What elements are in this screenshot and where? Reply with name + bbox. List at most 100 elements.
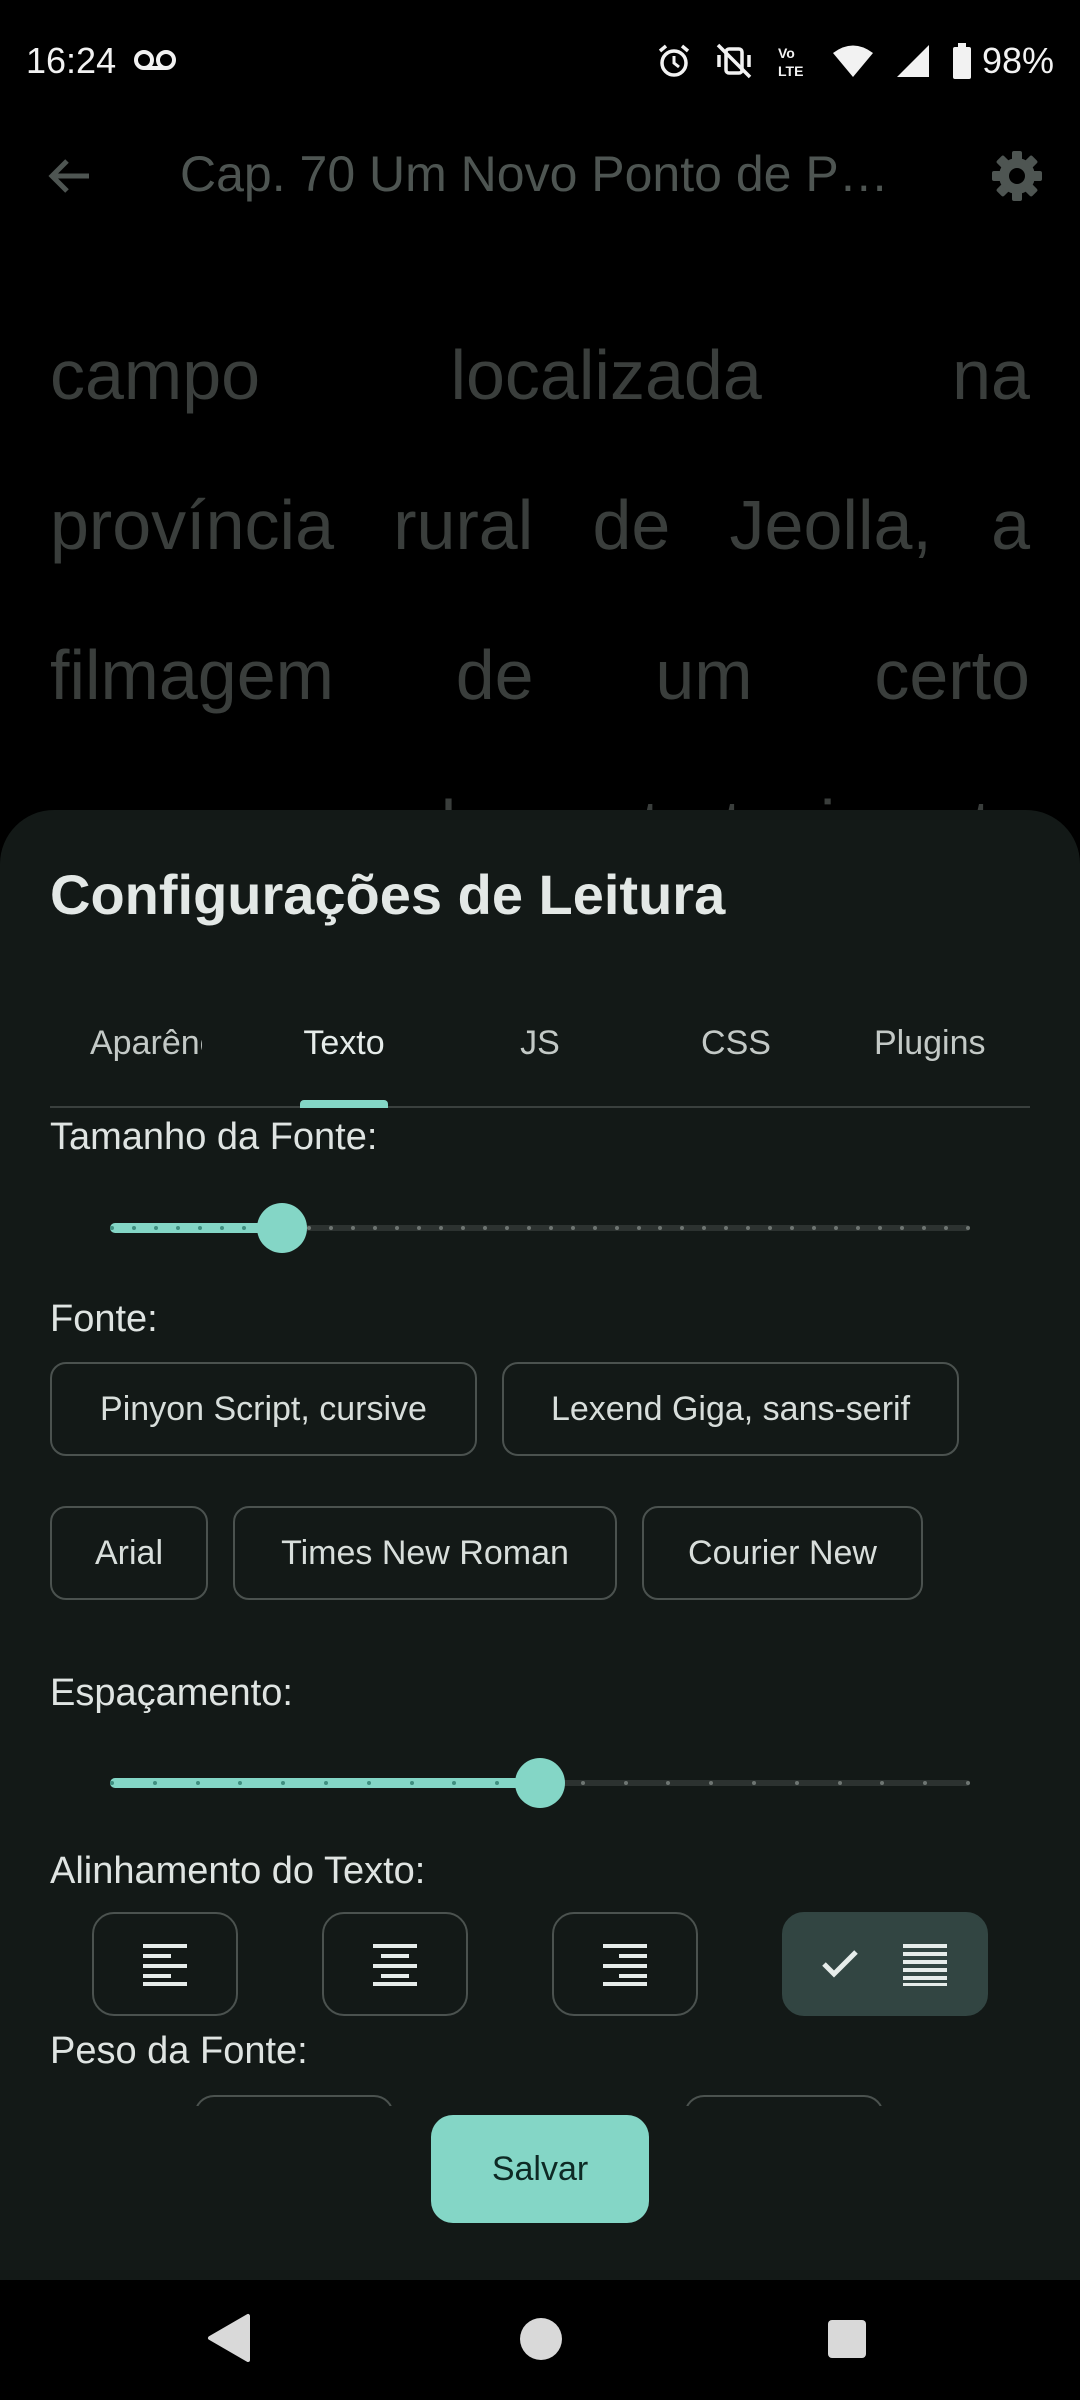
slider-tick <box>195 1781 200 1785</box>
status-time: 16:24 <box>26 40 117 81</box>
tab-label: Texto <box>303 1023 385 1062</box>
slider-tick <box>175 1226 180 1230</box>
reader-word: certo <box>874 636 1030 714</box>
reader-word: campo <box>50 336 261 414</box>
reader-word: localizada <box>450 336 762 414</box>
spacing-slider[interactable] <box>110 1758 970 1808</box>
slider-tick <box>452 1781 457 1785</box>
slider-tick <box>943 1226 948 1230</box>
slider-tick <box>110 1226 114 1230</box>
tab-plugins[interactable]: Plugins <box>834 980 1030 1106</box>
slider-tick <box>751 1781 756 1785</box>
battery-icon <box>952 43 971 79</box>
slider-tick <box>614 1226 619 1230</box>
tab-label: Aparência <box>90 1023 202 1062</box>
slider-tick <box>409 1781 414 1785</box>
align-justify-button[interactable] <box>782 1912 988 2016</box>
align-right-icon <box>603 1944 647 1986</box>
slider-tick <box>152 1781 157 1785</box>
nav-home-icon[interactable] <box>520 2318 562 2360</box>
font-option-lexend[interactable]: Lexend Giga, sans-serif <box>502 1362 959 1456</box>
slider-tick <box>417 1226 422 1230</box>
font-option-courier[interactable]: Courier New <box>642 1506 923 1600</box>
slider-tick <box>495 1781 500 1785</box>
status-icons: Vo LTE 98% <box>656 36 1054 86</box>
svg-text:LTE: LTE <box>778 63 803 79</box>
slider-ticks <box>110 1226 970 1230</box>
slider-tick <box>837 1781 842 1785</box>
slider-tick <box>580 1781 585 1785</box>
slider-tick <box>899 1226 904 1230</box>
slider-tick <box>636 1226 641 1230</box>
nav-back-icon[interactable] <box>206 2312 252 2364</box>
align-center-icon <box>373 1944 417 1986</box>
slider-tick <box>833 1226 838 1230</box>
wifi-icon <box>832 45 873 77</box>
slider-tick <box>965 1781 970 1785</box>
reader-word: província <box>50 486 335 564</box>
sheet-title: Configurações de Leitura <box>50 863 726 926</box>
tab-appearance[interactable]: Aparência <box>50 980 238 1106</box>
reader-word: na <box>952 336 1030 414</box>
slider-tick <box>746 1226 751 1230</box>
settings-button[interactable] <box>984 143 1050 209</box>
reader-word: a <box>991 486 1030 564</box>
slider-tick <box>526 1226 531 1230</box>
slider-thumb[interactable] <box>257 1203 307 1253</box>
reading-settings-sheet: Configurações de Leitura Aparência Texto… <box>0 810 1080 2280</box>
slider-tick <box>623 1781 628 1785</box>
reader-word: de <box>592 486 671 564</box>
slider-tick <box>880 1781 885 1785</box>
back-button[interactable] <box>38 145 100 207</box>
slider-tick <box>548 1226 553 1230</box>
slider-tick <box>110 1781 114 1785</box>
settings-tabs: Aparência Texto JS CSS Plugins <box>50 980 1030 1108</box>
slider-tick <box>351 1226 356 1230</box>
slider-tick <box>323 1781 328 1785</box>
slider-tick <box>855 1226 860 1230</box>
slider-tick <box>921 1226 926 1230</box>
slider-tick <box>709 1781 714 1785</box>
status-bar: 16:24 Vo LTE 98% <box>0 0 1080 125</box>
system-nav-bar <box>0 2280 1080 2400</box>
alignment-label: Alinhamento do Texto: <box>50 1850 426 1892</box>
slider-thumb[interactable] <box>515 1758 565 1808</box>
reader-line: filmagem de um certo <box>50 600 1030 750</box>
font-size-slider[interactable] <box>110 1203 970 1253</box>
tab-label: CSS <box>701 1023 771 1062</box>
slider-tick <box>504 1226 509 1230</box>
slider-tick <box>241 1226 246 1230</box>
reader-word: de <box>455 636 534 714</box>
arrow-back-icon <box>48 159 89 193</box>
slider-tick <box>666 1781 671 1785</box>
slider-tick <box>592 1226 597 1230</box>
slider-tick <box>373 1226 378 1230</box>
font-label: Fonte: <box>50 1298 158 1340</box>
slider-tick <box>794 1781 799 1785</box>
font-option-pinyon[interactable]: Pinyon Script, cursive <box>50 1362 477 1456</box>
slider-tick <box>965 1226 970 1230</box>
tab-css[interactable]: CSS <box>638 980 834 1106</box>
slider-tick <box>768 1226 773 1230</box>
slider-tick <box>281 1781 286 1785</box>
align-justify-icon <box>903 1944 947 1986</box>
slider-tick <box>366 1781 371 1785</box>
save-button[interactable]: Salvar <box>431 2115 649 2223</box>
reader-word: Jeolla, <box>729 486 932 564</box>
tab-label: Plugins <box>874 1023 986 1062</box>
align-left-button[interactable] <box>92 1912 238 2016</box>
font-option-arial[interactable]: Arial <box>50 1506 208 1600</box>
signal-icon <box>896 45 929 77</box>
active-tab-indicator <box>300 1100 388 1108</box>
font-option-times[interactable]: Times New Roman <box>233 1506 617 1600</box>
slider-tick <box>219 1226 224 1230</box>
svg-text:Vo: Vo <box>778 45 795 61</box>
slider-tick <box>702 1226 707 1230</box>
nav-recents-icon[interactable] <box>828 2320 866 2358</box>
align-right-button[interactable] <box>552 1912 698 2016</box>
align-center-button[interactable] <box>322 1912 468 2016</box>
slider-tick <box>238 1781 243 1785</box>
reader-word: filmagem <box>50 636 334 714</box>
tab-js[interactable]: JS <box>442 980 638 1106</box>
tab-text[interactable]: Texto <box>246 980 442 1106</box>
